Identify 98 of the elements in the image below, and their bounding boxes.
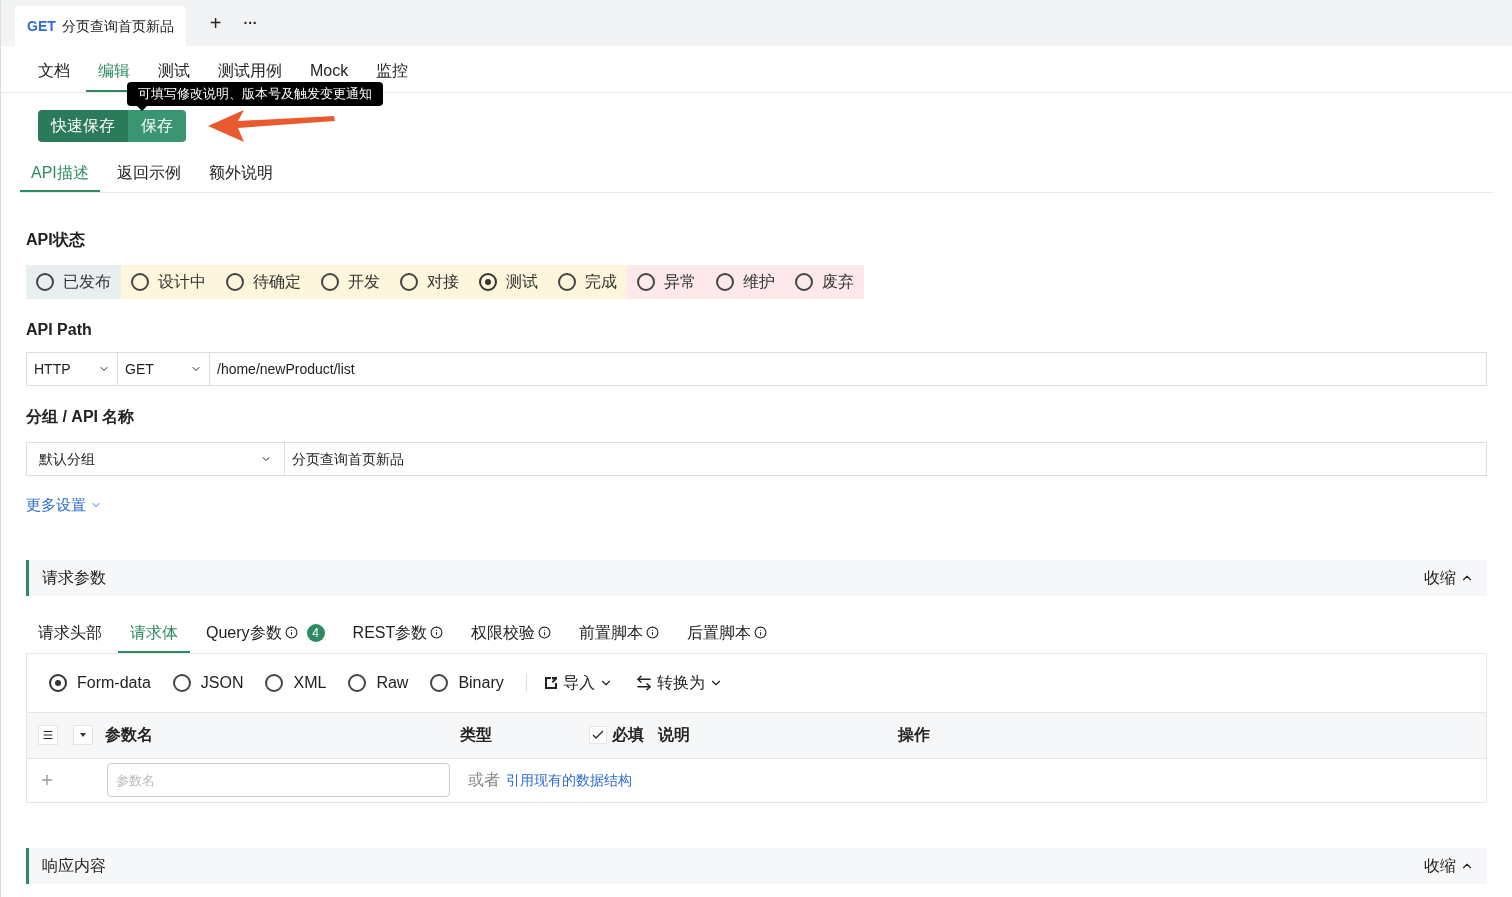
request-tab[interactable]: Query参数 4 [194,620,337,653]
option-label: 已发布 [63,272,111,292]
radio-icon[interactable] [637,273,655,291]
column-header: 参数名 [105,725,154,745]
more-button[interactable]: ··· [243,16,258,30]
request-tab[interactable]: 后置脚本 [675,620,780,653]
menu-button[interactable] [38,725,58,745]
radio-icon[interactable] [321,273,339,291]
save-button[interactable]: 保存 [128,110,186,142]
collapse-button[interactable]: 收缩 [1424,853,1474,878]
api-name-input[interactable]: 分页查询首页新品 [285,442,1487,476]
collapse-button[interactable]: 收缩 [1424,565,1474,590]
more-settings-link[interactable]: 更多设置 [26,494,102,517]
status-option[interactable]: 对接 [390,265,469,299]
option-label: JSON [200,672,244,693]
option-label: Form-data [77,672,151,693]
body-type-option[interactable]: JSON [172,670,244,695]
body-type-option[interactable]: Form-data [49,670,151,695]
column-header: 必填 [612,725,645,745]
tooltip: 可填写修改说明、版本号及触发变更通知 [127,82,383,106]
status-option[interactable]: 测试 [469,265,548,299]
radio-icon[interactable] [558,273,576,291]
status-option[interactable]: 维护 [706,265,785,299]
body-type-option[interactable]: XML [265,670,327,695]
request-tab[interactable]: 前置脚本 [567,620,672,653]
section-tab[interactable]: 返回示例 [105,161,192,192]
option-label: 异常 [664,272,696,292]
request-tab[interactable]: 请求头部 [26,620,114,653]
caret-icon [80,733,86,737]
tab-title: 分页查询首页新品 [61,16,174,36]
option-label: Binary [458,672,504,693]
option-label: 开发 [348,272,380,292]
quick-save-button[interactable]: 快速保存 [38,110,128,142]
plus-icon [39,772,55,788]
dropdown-button[interactable] [73,725,93,745]
method-label: GET [27,16,56,36]
param-name-input[interactable]: 参数名 [107,763,450,797]
check-icon [592,730,604,740]
swap-icon [634,673,653,692]
column-header: 操作 [898,725,930,745]
column-header: 类型 [460,725,493,745]
option-label: 完成 [585,272,617,292]
option-label: 设计中 [158,272,206,292]
radio-icon[interactable] [226,273,244,291]
radio-icon[interactable] [49,673,67,692]
section-title: 响应内容 [42,855,106,876]
option-label: 待确定 [253,272,301,292]
field-label: API状态 [26,230,86,250]
method-select[interactable]: GET [118,352,210,386]
menu-icon [42,729,54,741]
path-input[interactable]: /home/newProduct/list [210,352,1487,386]
add-tab-button[interactable]: + [209,13,222,33]
document-tab[interactable]: GET 分页查询首页新品 [15,6,186,46]
request-tab[interactable]: REST参数 [340,620,456,653]
top-tab[interactable]: 文档 [26,62,82,92]
status-option[interactable]: 设计中 [121,265,216,299]
count-badge: 4 [306,623,325,642]
section-tab[interactable]: 额外说明 [197,161,284,192]
request-tab[interactable]: 权限校验 [459,620,564,653]
status-option[interactable]: 待确定 [216,265,311,299]
status-option[interactable]: 已发布 [26,265,121,299]
required-checkbox[interactable] [589,726,607,744]
status-option[interactable]: 完成 [548,265,627,299]
radio-icon[interactable] [795,273,813,291]
status-option[interactable]: 异常 [627,265,706,299]
column-header: 说明 [658,725,691,745]
radio-icon[interactable] [716,273,734,291]
request-tab[interactable]: 请求体 [118,620,190,653]
import-icon [542,674,559,691]
radio-icon[interactable] [36,273,54,291]
radio-icon[interactable] [131,273,149,291]
protocol-select[interactable]: HTTP [26,352,118,386]
status-option[interactable]: 废弃 [785,265,864,299]
option-label: XML [293,672,327,693]
option-label: 对接 [427,272,459,292]
radio-icon[interactable] [348,673,367,692]
body-type-option[interactable]: Binary [430,670,504,695]
or-text: 或者 [468,770,500,790]
body-type-option[interactable]: Raw [348,670,409,695]
radio-icon[interactable] [479,273,497,291]
import-button[interactable]: 导入 [542,670,613,695]
arrow-icon [208,108,336,144]
section-title: 请求参数 [42,567,106,588]
convert-button[interactable]: 转换为 [634,670,723,695]
radio-icon[interactable] [430,673,449,692]
section-tab[interactable]: API描述 [20,161,100,192]
status-option[interactable]: 开发 [311,265,390,299]
field-label: 分组 / API 名称 [26,407,136,427]
radio-icon[interactable] [265,673,284,692]
group-select[interactable]: 默认分组 [26,442,285,476]
option-label: 测试 [506,272,538,292]
radio-icon[interactable] [400,273,418,291]
option-label: Raw [376,672,409,693]
radio-icon[interactable] [172,673,191,692]
option-label: 维护 [743,272,775,292]
option-label: 废弃 [822,272,854,292]
field-label: API Path [26,320,93,340]
reference-link[interactable]: 引用现有的数据结构 [506,769,632,791]
